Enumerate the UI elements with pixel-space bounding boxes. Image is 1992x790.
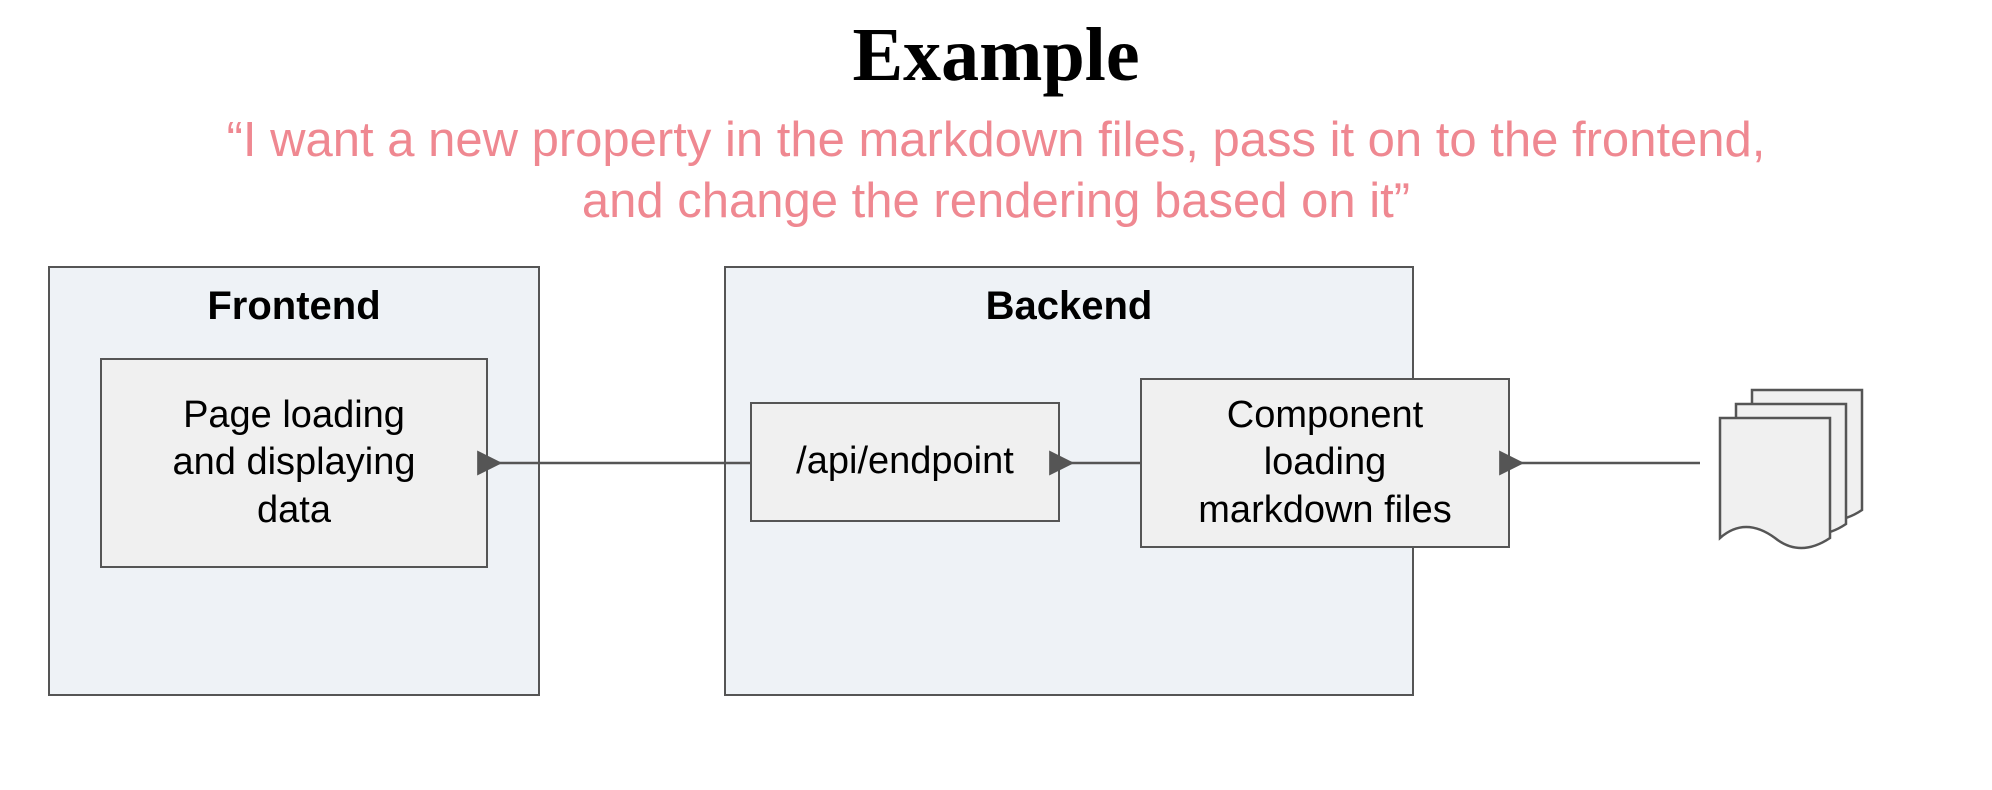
node-page-loading: Page loading and displaying data	[100, 358, 488, 568]
node-api-endpoint: /api/endpoint	[750, 402, 1060, 522]
node-component-loading: Component loading markdown files	[1140, 378, 1510, 548]
diagram-subtitle: “I want a new property in the markdown f…	[0, 110, 1992, 233]
subtitle-line-1: “I want a new property in the markdown f…	[227, 113, 1766, 167]
group-backend-label: Backend	[726, 284, 1412, 329]
node-page-text: Page loading and displaying data	[173, 392, 416, 535]
subtitle-line-2: and change the rendering based on it”	[582, 174, 1410, 228]
group-frontend-label: Frontend	[50, 284, 538, 329]
diagram-title: Example	[0, 12, 1992, 99]
diagram-canvas: Example “I want a new property in the ma…	[0, 0, 1992, 790]
node-component-text: Component loading markdown files	[1198, 392, 1451, 535]
files-icon	[1720, 390, 1862, 548]
node-api-text: /api/endpoint	[796, 438, 1014, 486]
